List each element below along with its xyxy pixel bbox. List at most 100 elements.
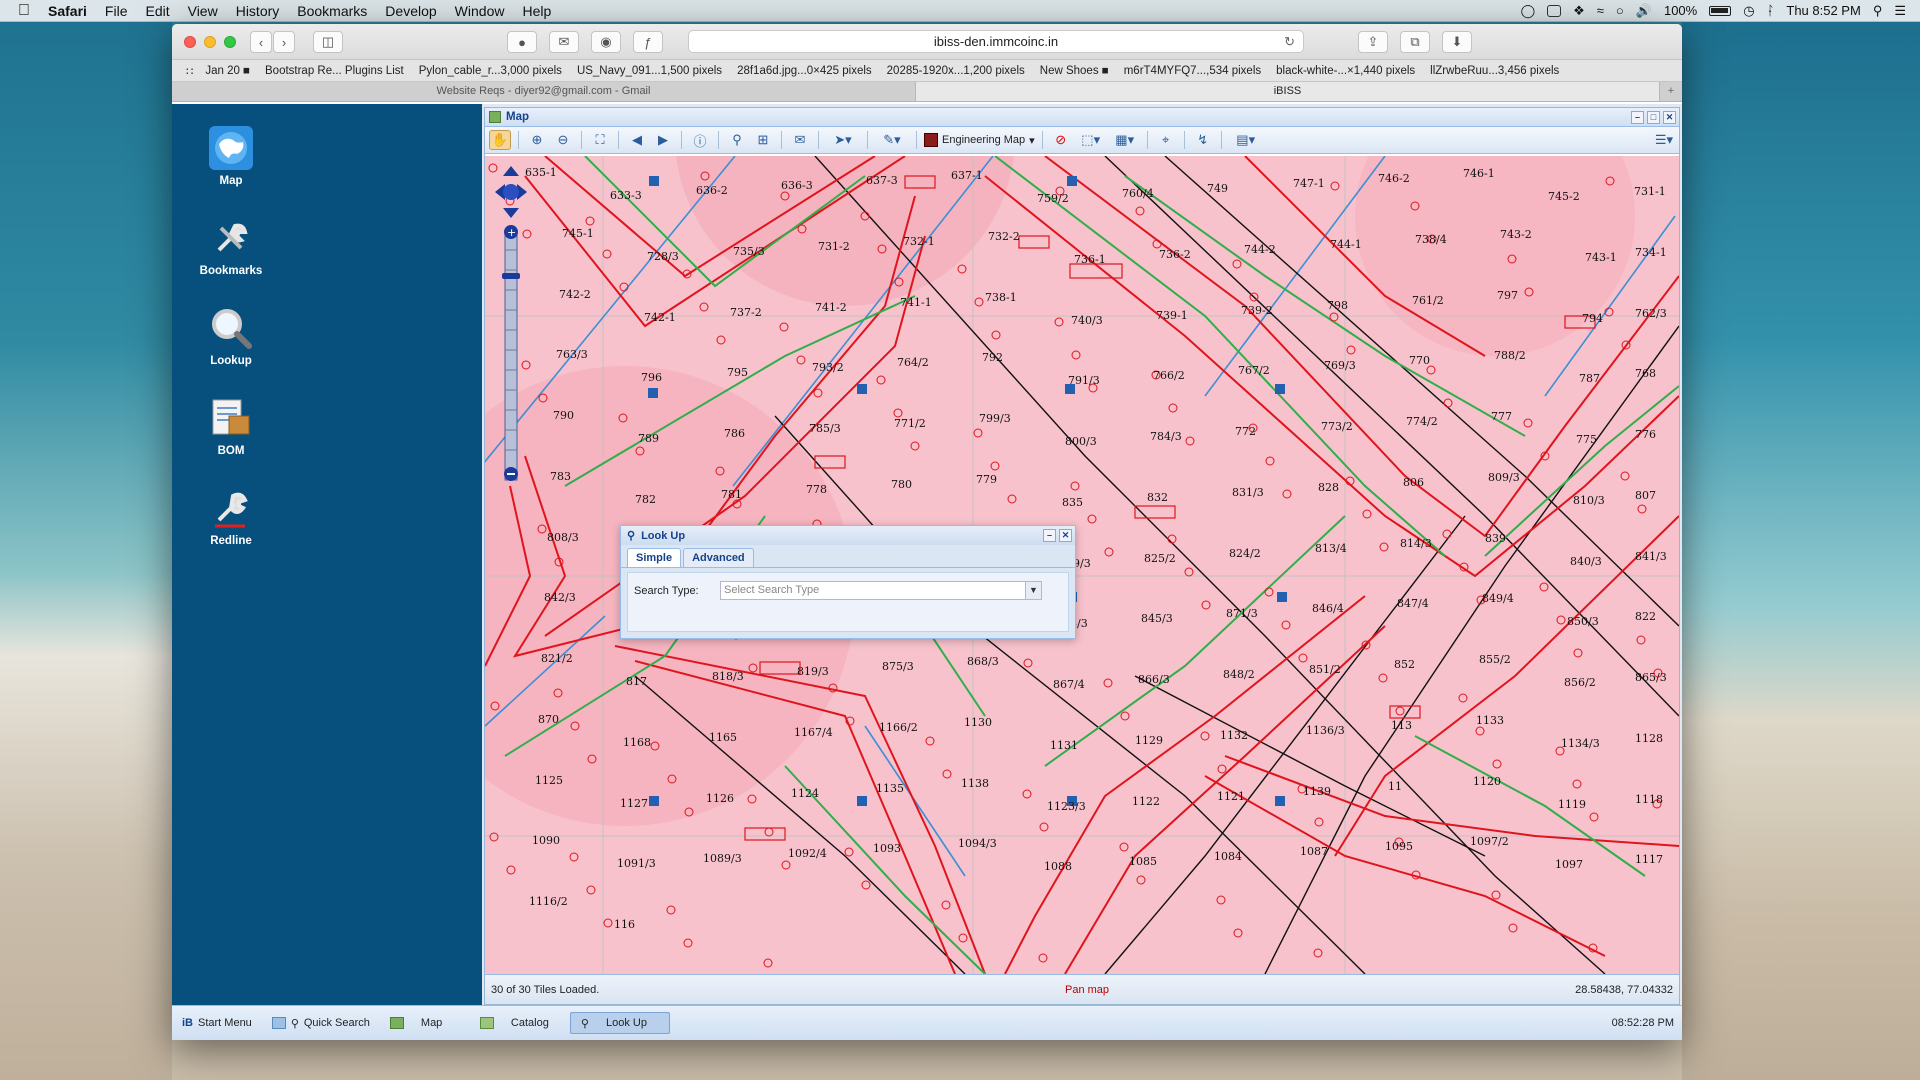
pan-hand-icon[interactable]: ✋ [489, 130, 511, 150]
favorite-link[interactable]: US_Navy_091...1,500 pixels [577, 65, 722, 77]
draw-tool-dropdown[interactable]: ✎▾ [875, 130, 909, 150]
menu-help[interactable]: Help [522, 3, 551, 19]
sidebar-item-bom[interactable]: BOM [172, 394, 290, 457]
favorite-link[interactable]: Pylon_cable_r...3,000 pixels [419, 65, 562, 77]
crosshair-icon[interactable]: ⌖ [1155, 130, 1177, 150]
taskbar-item-lookup[interactable]: ⚲ Look Up [569, 1012, 670, 1034]
menu-develop[interactable]: Develop [385, 3, 436, 19]
battery-icon[interactable] [1709, 5, 1732, 16]
favorite-link[interactable]: black-white-...×1,440 pixels [1276, 65, 1415, 77]
tab-advanced[interactable]: Advanced [683, 548, 754, 567]
spotlight-icon[interactable]: ⚲ [1873, 3, 1883, 19]
notification-icon[interactable] [1547, 4, 1562, 17]
sidebar-toggle-button[interactable]: ◫ [313, 31, 343, 53]
reload-icon[interactable]: ↻ [1284, 31, 1295, 52]
address-bar[interactable]: ibiss-den.immcoinc.in ↻ [688, 30, 1304, 53]
chevron-down-icon[interactable]: ▼ [1025, 582, 1041, 599]
close-window-button[interactable] [184, 35, 196, 48]
favorite-link[interactable]: 28f1a6d.jpg...0×425 pixels [737, 65, 872, 77]
extension-button-2[interactable]: ✉ [549, 31, 579, 53]
lookup-form: Search Type: Select Search Type ▼ [627, 572, 1069, 632]
close-icon[interactable]: ✕ [1059, 529, 1072, 542]
browser-tab-ibiss[interactable]: iBISS [916, 82, 1660, 101]
menu-history[interactable]: History [236, 3, 280, 19]
menu-file[interactable]: File [105, 3, 128, 19]
menu-app-safari[interactable]: Safari [48, 3, 87, 19]
favorite-link[interactable]: 20285-1920x...1,200 pixels [887, 65, 1025, 77]
sidebar-item-redline[interactable]: Redline [172, 484, 290, 547]
minimize-icon[interactable]: – [1043, 529, 1056, 542]
map-type-dropdown[interactable]: Engineering Map ▾ [924, 133, 1035, 147]
creative-cloud-icon[interactable]: ◯ [1521, 3, 1536, 19]
extension-button-1[interactable]: ● [507, 31, 537, 53]
messages-icon[interactable]: ○ [1616, 3, 1624, 18]
route-icon[interactable]: ↯ [1192, 130, 1214, 150]
minimize-icon[interactable]: – [1631, 110, 1644, 124]
menu-view[interactable]: View [188, 3, 218, 19]
tabs-overview-button[interactable]: ⧉ [1400, 31, 1430, 53]
favorite-link[interactable]: New Shoes ■ [1040, 65, 1109, 77]
sidebar-item-bookmarks[interactable]: Bookmarks [172, 214, 290, 277]
share-button[interactable]: ⇪ [1358, 31, 1388, 53]
menu-edit[interactable]: Edit [145, 3, 169, 19]
pole-marker [1458, 693, 1468, 703]
info-icon[interactable]: ⓘ [689, 130, 711, 150]
minimize-window-button[interactable] [204, 35, 216, 48]
zoom-slider-handle[interactable] [502, 272, 520, 280]
zoom-out-button[interactable] [502, 466, 520, 482]
pan-arrows-icon[interactable] [493, 164, 529, 220]
full-extent-icon[interactable]: ⛶ [589, 130, 611, 150]
new-tab-button[interactable]: + [1660, 82, 1682, 101]
grid-icon[interactable]: ∷ [186, 64, 193, 78]
notification-center-icon[interactable]: ☰ [1894, 3, 1906, 19]
layer-list-dropdown[interactable]: ☰▾ [1649, 130, 1679, 150]
previous-extent-icon[interactable]: ◀ [626, 130, 648, 150]
map-canvas[interactable]: 635-1 633-3 636-2 636-3 637-3 637-1 759/2 760/4… [485, 156, 1679, 974]
favorite-link[interactable]: llZrwbeRuu...3,456 pixels [1430, 65, 1559, 77]
taskbar-item-catalog[interactable]: Catalog [470, 1012, 570, 1034]
pole-marker [1167, 534, 1177, 544]
battery-percent[interactable]: 100% [1664, 3, 1697, 18]
wifi-icon[interactable]: ≈ [1597, 3, 1604, 18]
network-trace-dropdown[interactable]: ▦▾ [1110, 130, 1140, 150]
clear-icon[interactable]: ⊘ [1050, 130, 1072, 150]
menu-window[interactable]: Window [455, 3, 505, 19]
favorite-link[interactable]: m6rT4MYFQ7...,534 pixels [1124, 65, 1261, 77]
menu-bookmarks[interactable]: Bookmarks [297, 3, 367, 19]
taskbar-item-map[interactable]: Map [380, 1012, 470, 1034]
close-icon[interactable]: ✕ [1663, 110, 1676, 124]
measure-icon[interactable]: ⊞ [752, 130, 774, 150]
dropbox-icon[interactable]: ❖ [1573, 3, 1585, 19]
apple-menu-icon[interactable]:  [18, 2, 34, 19]
back-button[interactable]: ‹ [250, 31, 272, 53]
tab-simple[interactable]: Simple [627, 548, 682, 567]
zoom-in-button[interactable] [502, 224, 520, 240]
email-icon[interactable]: ✉ [789, 130, 811, 150]
zoom-out-icon[interactable]: ⊖ [552, 130, 574, 150]
volume-icon[interactable]: 🔊 [1636, 3, 1652, 19]
start-menu-button[interactable]: iB Start Menu [172, 1012, 262, 1034]
sidebar-item-lookup[interactable]: Lookup [172, 304, 290, 367]
browser-tab-gmail[interactable]: Website Reqs - diyer92@gmail.com - Gmail [172, 82, 916, 101]
time-machine-icon[interactable]: ◷ [1743, 3, 1754, 19]
maximize-icon[interactable]: □ [1647, 110, 1660, 124]
identify-pin-icon[interactable]: ⚲ [726, 130, 748, 150]
downloads-button[interactable]: ⬇ [1442, 31, 1472, 53]
quick-search-button[interactable]: ⚲ Quick Search [262, 1012, 380, 1034]
favorite-link[interactable]: Bootstrap Re... Plugins List [265, 65, 404, 77]
print-export-dropdown[interactable]: ▤▾ [1229, 130, 1263, 150]
select-area-dropdown[interactable]: ⬚▾ [1076, 130, 1106, 150]
favorite-link[interactable]: Jan 20 ■ [205, 65, 250, 77]
extension-button-3[interactable]: ◉ [591, 31, 621, 53]
forward-button[interactable]: › [273, 31, 295, 53]
search-type-select[interactable]: Select Search Type ▼ [720, 581, 1042, 600]
extension-button-4[interactable]: ƒ [633, 31, 663, 53]
zoom-window-button[interactable] [224, 35, 236, 48]
menubar-clock[interactable]: Thu 8:52 PM [1786, 3, 1860, 18]
parcel-label: 809/3 [1488, 471, 1520, 484]
zoom-in-icon[interactable]: ⊕ [526, 130, 548, 150]
next-extent-icon[interactable]: ▶ [652, 130, 674, 150]
layer-style-dropdown[interactable]: ➤▾ [826, 130, 860, 150]
bluetooth-icon[interactable]: ᛛ [1767, 3, 1775, 18]
sidebar-item-map[interactable]: Map [172, 124, 290, 187]
